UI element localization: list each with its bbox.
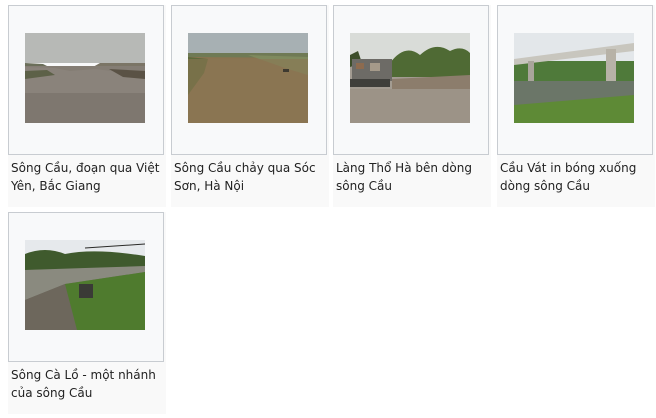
thumbnail-frame[interactable] <box>8 212 164 362</box>
gallery-item: Sông Cầu, đoạn qua Việt Yên, Bắc Giang <box>8 5 166 207</box>
gallery-caption: Sông Cầu chảy qua Sóc Sơn, Hà Nội <box>174 161 316 193</box>
river-branch-photo-thumbnail[interactable] <box>25 240 145 330</box>
thumbnail-frame[interactable] <box>171 5 327 155</box>
gallery-item: Cầu Vát in bóng xuống dòng sông Cầu <box>497 5 655 207</box>
village-photo-thumbnail[interactable] <box>350 33 470 123</box>
gallery-item: Sông Cà Lồ - một nhánh của sông Cầu <box>8 212 166 414</box>
gallery-caption: Làng Thổ Hà bên dòng sông Cầu <box>336 161 472 193</box>
river-photo-thumbnail[interactable] <box>25 33 145 123</box>
gallery-caption: Sông Cầu, đoạn qua Việt Yên, Bắc Giang <box>11 161 160 193</box>
bridge-photo-thumbnail[interactable] <box>514 33 634 123</box>
thumbnail-frame[interactable] <box>8 5 164 155</box>
gallery-caption: Cầu Vát in bóng xuống dòng sông Cầu <box>500 161 637 193</box>
gallery-item: Sông Cầu chảy qua Sóc Sơn, Hà Nội <box>171 5 329 207</box>
thumbnail-frame[interactable] <box>497 5 653 155</box>
thumbnail-frame[interactable] <box>333 5 489 155</box>
image-gallery: Sông Cầu, đoạn qua Việt Yên, Bắc Giang S… <box>0 0 656 418</box>
gallery-item: Làng Thổ Hà bên dòng sông Cầu <box>333 5 491 207</box>
river-photo-thumbnail[interactable] <box>188 33 308 123</box>
gallery-caption: Sông Cà Lồ - một nhánh của sông Cầu <box>11 368 156 400</box>
